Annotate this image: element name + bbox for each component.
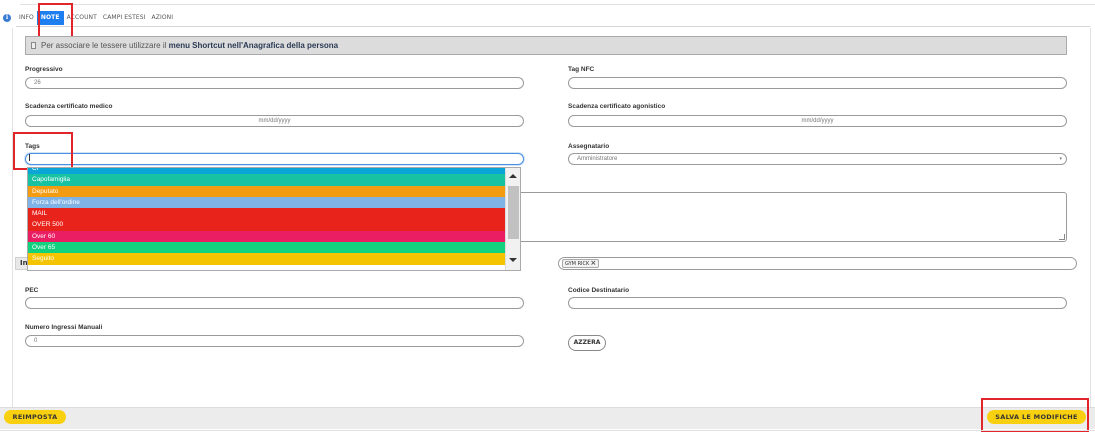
tab-campi-estesi[interactable]: CAMPI ESTESI [100, 10, 149, 26]
scadenza-medico-label: Scadenza certificato medico [25, 103, 113, 110]
tags-dropdown[interactable]: Cl Capofamiglia Deputato Forza dell'ordine M… [27, 167, 521, 271]
dropdown-option[interactable]: Cl [28, 168, 506, 175]
azzera-button[interactable]: AZZERA [568, 335, 606, 351]
remove-tag-icon[interactable]: × [590, 259, 596, 267]
tag-nfc-label: Tag NFC [568, 66, 595, 73]
scadenza-medico-input[interactable]: mm/dd/yyyy [25, 115, 524, 127]
notice-bold-text: menu Shortcut nell'Anagrafica della pers… [168, 41, 339, 50]
dropdown-option[interactable]: Over 60 [28, 230, 506, 243]
tags-input[interactable] [25, 153, 524, 165]
codice-destinatario-label: Codice Destinatario [568, 287, 630, 294]
scadenza-agonistico-label: Scadenza certificato agonistico [568, 103, 666, 110]
bottom-divider [0, 430, 1095, 431]
highlight-tags [13, 132, 73, 170]
top-divider [20, 4, 1095, 5]
dropdown-option[interactable]: Seguito [28, 253, 506, 265]
numero-ingressi-input[interactable]: 0 [25, 335, 524, 347]
dropdown-option[interactable]: Over 65 [28, 242, 506, 254]
left-border [12, 28, 13, 408]
dropdown-option[interactable]: OVER 500 [28, 219, 506, 231]
right-border [1090, 28, 1091, 408]
tab-azioni[interactable]: AZIONI [149, 10, 177, 26]
tag-chip-label: GYM RICK [565, 261, 590, 267]
dropdown-list: Cl Capofamiglia Deputato Forza dell'ordine M… [28, 168, 506, 265]
codice-destinatario-input[interactable] [568, 297, 1067, 309]
notice-text: Per associare le tessere utilizzare il [41, 41, 167, 50]
progressivo-label: Progressivo [25, 66, 63, 73]
info-icon[interactable]: i [3, 14, 11, 22]
document-icon [31, 42, 36, 49]
tab-info[interactable]: INFO [16, 10, 37, 26]
footer-bar [0, 407, 1095, 429]
scadenza-agonistico-input[interactable]: mm/dd/yyyy [568, 115, 1067, 127]
assegnatario-select[interactable]: Amministratore ▾ [568, 153, 1067, 165]
scroll-up-arrow-icon[interactable] [509, 174, 517, 178]
dropdown-option[interactable]: Capofamiglia [28, 174, 506, 186]
tab-bar: INFO NOTE ACCOUNT CAMPI ESTESI AZIONI [16, 10, 1090, 27]
dropdown-option[interactable]: Forza dell'ordine [28, 196, 506, 209]
dropdown-option[interactable]: MAIL [28, 208, 506, 220]
selected-tags-field[interactable]: GYM RICK× [558, 257, 1077, 270]
dropdown-option[interactable]: Deputato [28, 185, 506, 197]
notice-banner: Per associare le tessere utilizzare il m… [25, 36, 1067, 55]
dropdown-scrollbar[interactable] [505, 168, 520, 270]
tag-chip: GYM RICK× [562, 259, 600, 268]
highlight-salva [981, 398, 1089, 432]
highlight-note-tab [38, 3, 73, 39]
pec-label: PEC [25, 287, 39, 294]
assegnatario-label: Assegnatario [568, 143, 610, 150]
reimposta-button[interactable]: REIMPOSTA [4, 410, 66, 424]
numero-ingressi-label: Numero Ingressi Manuali [25, 324, 103, 331]
pec-input[interactable] [25, 297, 524, 309]
chevron-down-icon: ▾ [1059, 156, 1062, 162]
tag-nfc-input[interactable] [568, 77, 1067, 89]
scroll-thumb[interactable] [508, 186, 519, 239]
resize-handle-icon[interactable] [1059, 234, 1065, 240]
progressivo-input[interactable]: 26 [25, 77, 524, 89]
assegnatario-value: Amministratore [577, 156, 618, 162]
scroll-down-arrow-icon[interactable] [509, 258, 517, 262]
